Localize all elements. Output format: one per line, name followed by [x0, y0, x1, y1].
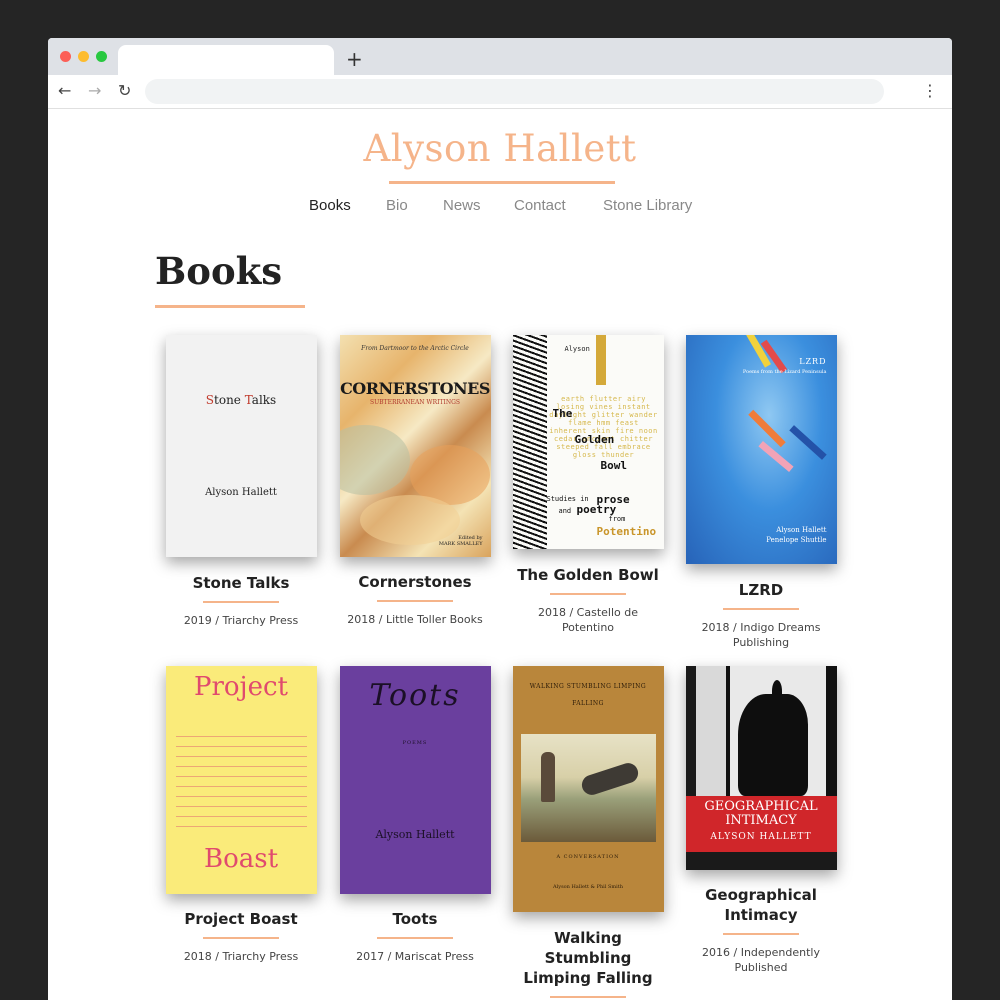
cover-contributor-list: [175, 730, 307, 830]
cover-title: Toots: [369, 678, 461, 713]
cover-author-strip: [595, 335, 606, 385]
book-card[interactable]: Project Boast Project Boast 2018 / Triar…: [154, 666, 328, 964]
cover-word: The: [552, 407, 573, 420]
cover-word: and: [558, 507, 572, 515]
book-cover[interactable]: Stone Talks Alyson Hallett: [165, 335, 317, 557]
cover-author: Alyson Hallett: [375, 828, 455, 841]
cover-horse-image: [737, 694, 808, 796]
cover-title: CORNERSTONES: [340, 379, 490, 398]
book-meta: 2019 / Triarchy Press: [183, 614, 299, 627]
cover-subtitle: Poems from the Lizard Peninsula: [742, 369, 827, 375]
cover-word-cloud: earth flutter airy losing vines instant …: [549, 395, 658, 459]
book-title-underline: [377, 937, 453, 939]
browser-window: + ← → ↻ ⋮ Alyson Hallett Books Bio News …: [48, 38, 952, 1000]
cover-title: WALKING STUMBLING LIMPING FALLING: [529, 683, 647, 707]
forward-icon[interactable]: →: [88, 81, 101, 101]
book-card[interactable]: From Dartmoor to the Arctic Circle CORNE…: [328, 335, 502, 627]
book-card[interactable]: Toots POEMS Alyson Hallett Toots 2017 / …: [328, 666, 502, 964]
cover-title-bottom: Boast: [203, 844, 279, 874]
cover-authors: Alyson Hallett & Phil Smith: [553, 884, 623, 890]
tab-bar: +: [48, 38, 952, 75]
nav-item-news[interactable]: News: [443, 197, 481, 214]
cover-footer: [685, 852, 837, 870]
book-title-underline: [723, 608, 799, 610]
cover-word: from: [608, 515, 626, 523]
book-meta: 2018 / Castello de Potentino: [537, 606, 638, 634]
cover-horse-ear: [771, 680, 782, 702]
cover-tagline: From Dartmoor to the Arctic Circle: [361, 345, 469, 352]
book-meta: 2018 / Indigo Dreams Publishing: [701, 621, 821, 649]
book-meta: 2018 / Triarchy Press: [183, 950, 299, 963]
back-icon[interactable]: ←: [58, 81, 71, 101]
book-card[interactable]: Stone Talks Alyson Hallett Stone Talks 2…: [154, 335, 328, 628]
new-tab-icon[interactable]: +: [346, 47, 363, 71]
book-meta: 2018 / Little Toller Books: [347, 613, 483, 626]
cover-word: Golden: [574, 433, 615, 446]
page-heading: Books: [155, 249, 283, 293]
cover-title-top: Project: [193, 672, 289, 702]
book-title[interactable]: Walking Stumbling Limping Falling: [501, 928, 675, 988]
book-meta: 2016 / Independently Published: [702, 946, 820, 974]
close-window-icon[interactable]: [60, 51, 71, 62]
minimize-window-icon[interactable]: [78, 51, 89, 62]
book-card[interactable]: LZRD Poems from the Lizard Peninsula Aly…: [674, 335, 848, 650]
url-input[interactable]: [145, 79, 884, 104]
cover-author: ALYSON HALLETT: [710, 832, 812, 842]
maximize-window-icon[interactable]: [96, 51, 107, 62]
book-title-underline: [550, 996, 626, 998]
title-underline: [389, 181, 615, 184]
browser-menu-icon[interactable]: ⋮: [922, 81, 938, 101]
cover-author: Alyson Hallett: [205, 487, 277, 498]
book-card[interactable]: WALKING STUMBLING LIMPING FALLING A CONVE…: [501, 666, 675, 1000]
book-title[interactable]: The Golden Bowl: [501, 565, 675, 585]
book-title[interactable]: Cornerstones: [328, 572, 502, 592]
book-title[interactable]: LZRD: [674, 580, 848, 600]
nav-item-contact[interactable]: Contact: [514, 197, 566, 214]
cover-editor: Edited by MARK SMALLEY: [438, 535, 483, 547]
book-cover[interactable]: WALKING STUMBLING LIMPING FALLING A CONVE…: [512, 666, 664, 912]
book-title-underline: [723, 933, 799, 935]
nav-item-stone-library[interactable]: Stone Library: [603, 197, 692, 214]
heading-underline: [155, 305, 305, 308]
book-card[interactable]: Alyson earth flutter airy losing vines i…: [501, 335, 675, 635]
browser-tab[interactable]: [118, 45, 334, 75]
nav-item-books[interactable]: Books: [309, 197, 351, 214]
address-bar-row: ← → ↻ ⋮: [48, 75, 952, 109]
book-title[interactable]: Project Boast: [154, 909, 328, 929]
book-cover[interactable]: GEOGRAPHICAL INTIMACY ALYSON HALLETT: [685, 666, 837, 870]
nav-item-bio[interactable]: Bio: [386, 197, 408, 214]
cover-word: Studies in: [546, 495, 589, 503]
cover-subtitle: SUBTERRANEAN WRITINGS: [369, 399, 461, 406]
cover-label: A CONVERSATION: [556, 854, 620, 860]
cover-label: POEMS: [402, 740, 428, 746]
book-cover[interactable]: Project Boast: [165, 666, 317, 894]
site-title[interactable]: Alyson Hallett: [48, 127, 952, 170]
cover-title: LZRD: [799, 357, 827, 366]
cover-title: Stone Talks: [205, 393, 277, 407]
book-cover[interactable]: Toots POEMS Alyson Hallett: [339, 666, 491, 894]
book-title-underline: [550, 593, 626, 595]
page-content: Alyson Hallett Books Bio News Contact St…: [48, 109, 952, 999]
cover-illustration: [512, 335, 547, 549]
cover-authors: Alyson Hallett Penelope Shuttle: [766, 526, 827, 544]
book-meta: 2017 / Mariscat Press: [356, 950, 474, 963]
book-cover[interactable]: From Dartmoor to the Arctic Circle CORNE…: [339, 335, 491, 557]
book-title-underline: [203, 601, 279, 603]
cover-word: Bowl: [600, 459, 628, 472]
book-title[interactable]: Stone Talks: [154, 573, 328, 593]
book-title[interactable]: Geographical Intimacy: [674, 885, 848, 925]
book-title[interactable]: Toots: [328, 909, 502, 929]
book-cover[interactable]: Alyson earth flutter airy losing vines i…: [512, 335, 664, 549]
cover-author: Alyson: [564, 345, 590, 353]
cover-title: GEOGRAPHICAL INTIMACY: [704, 799, 818, 828]
main-nav: Books Bio News Contact Stone Library: [48, 197, 952, 219]
book-cover[interactable]: LZRD Poems from the Lizard Peninsula Aly…: [685, 335, 837, 564]
book-card[interactable]: GEOGRAPHICAL INTIMACY ALYSON HALLETT Geog…: [674, 666, 848, 975]
cover-word: Potentino: [596, 525, 657, 538]
cover-painting: [520, 734, 656, 842]
book-title-underline: [203, 937, 279, 939]
reload-icon[interactable]: ↻: [118, 81, 131, 101]
book-title-underline: [377, 600, 453, 602]
